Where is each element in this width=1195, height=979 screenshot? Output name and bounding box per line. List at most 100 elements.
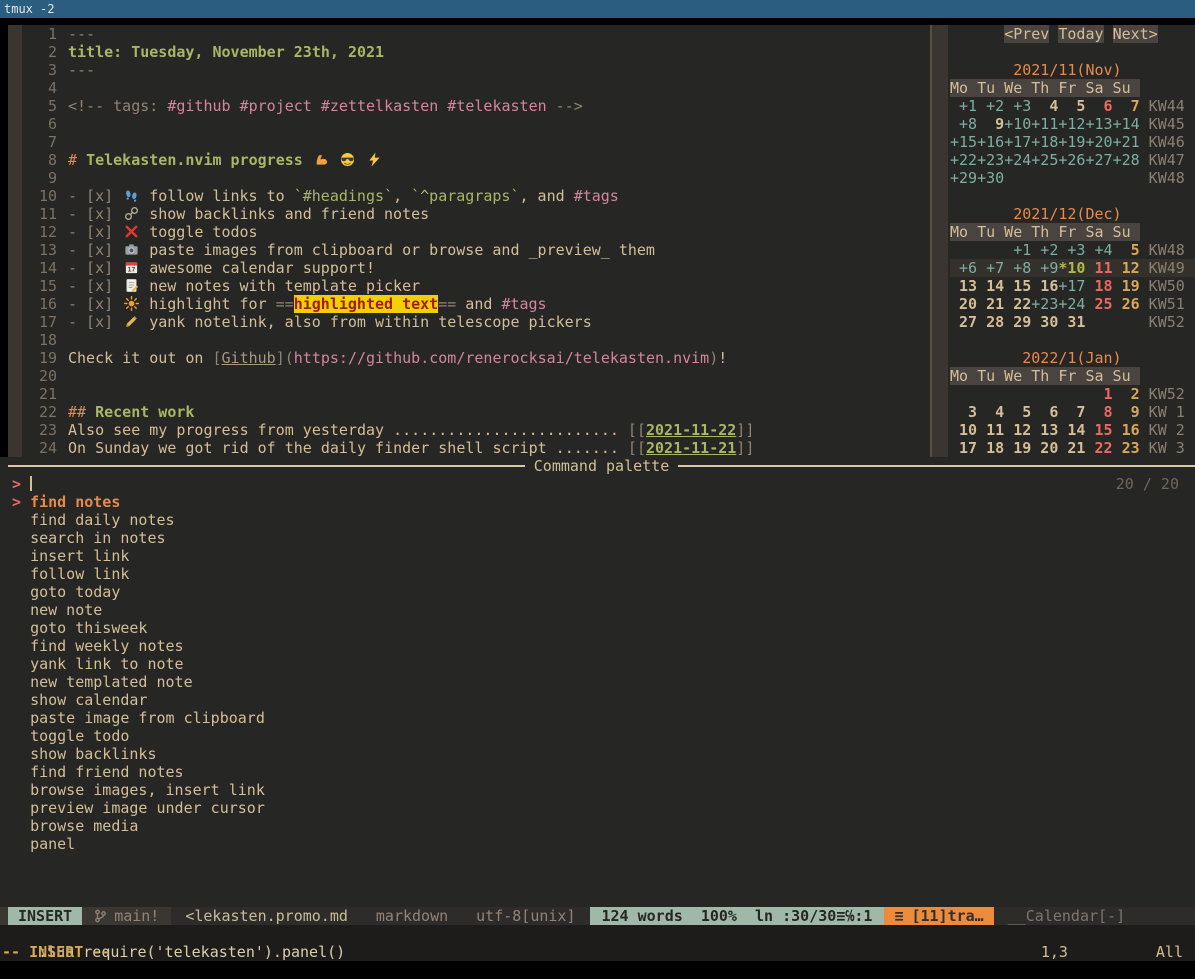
calendar-day[interactable]: 9 (1113, 403, 1140, 421)
palette-item[interactable]: panel (0, 835, 1195, 853)
calendar-day[interactable]: +12 (1058, 115, 1085, 133)
editor-line[interactable]: 14- [x] 17 awesome calendar support! (22, 259, 930, 277)
calendar-day[interactable]: 18 (1085, 277, 1112, 295)
calendar-day[interactable]: +2 (977, 97, 1004, 115)
calendar-day[interactable]: +11 (1031, 115, 1058, 133)
calendar-day[interactable]: 2 (1113, 385, 1140, 403)
editor-line[interactable]: 5<!-- tags: #github #project #zettelkast… (22, 97, 930, 115)
calendar-day[interactable]: +22 (950, 151, 977, 169)
editor-line[interactable]: 17- [x] yank notelink, also from within … (22, 313, 930, 331)
editor-pane[interactable]: 1---2title: Tuesday, November 23th, 2021… (8, 25, 930, 457)
calendar-day[interactable]: 11 (1085, 259, 1112, 277)
calendar-day[interactable]: 31 (1058, 313, 1085, 331)
editor-line[interactable]: 22## Recent work (22, 403, 930, 421)
calendar-day[interactable]: 26 (1113, 295, 1140, 313)
calendar-day[interactable]: +15 (950, 133, 977, 151)
editor-line[interactable]: 11- [x] show backlinks and friend notes (22, 205, 930, 223)
calendar-day[interactable]: 16 (1113, 421, 1140, 439)
calendar-day[interactable]: +3 (1004, 97, 1031, 115)
calendar-day[interactable]: +24 (1058, 295, 1085, 313)
palette-item[interactable]: toggle todo (0, 727, 1195, 745)
editor-line[interactable]: 7 (22, 133, 930, 151)
calendar-day[interactable]: +27 (1085, 151, 1112, 169)
palette-item[interactable]: paste image from clipboard (0, 709, 1195, 727)
calendar-day[interactable]: 19 (1004, 439, 1031, 457)
calendar-day[interactable]: 5 (1058, 97, 1085, 115)
calendar-day[interactable]: 21 (1058, 439, 1085, 457)
calendar-day[interactable]: 20 (1031, 439, 1058, 457)
calendar-day[interactable]: 14 (1058, 421, 1085, 439)
palette-item[interactable]: show calendar (0, 691, 1195, 709)
palette-item[interactable]: insert link (0, 547, 1195, 565)
calendar-day[interactable]: +8 (1004, 259, 1031, 277)
editor-line[interactable]: 2title: Tuesday, November 23th, 2021 (22, 43, 930, 61)
calendar-day[interactable]: +10 (1004, 115, 1031, 133)
palette-item-selected[interactable]: > find notes (0, 493, 1195, 511)
editor-line[interactable]: 4 (22, 79, 930, 97)
calendar-day[interactable]: 22 (1004, 295, 1031, 313)
calendar-day[interactable]: +1 (950, 97, 977, 115)
calendar-day[interactable]: +23 (977, 151, 1004, 169)
editor-line[interactable]: 3--- (22, 61, 930, 79)
calendar-day[interactable]: 13 (950, 277, 977, 295)
calendar-day[interactable]: +1 (1004, 241, 1031, 259)
palette-item[interactable]: preview image under cursor (0, 799, 1195, 817)
calendar-day[interactable]: +20 (1085, 133, 1112, 151)
palette-item[interactable]: goto today (0, 583, 1195, 601)
palette-item[interactable]: browse media (0, 817, 1195, 835)
editor-line[interactable]: 19Check it out on [Github](https://githu… (22, 349, 930, 367)
calendar-day[interactable]: 12 (1113, 259, 1140, 277)
palette-prompt[interactable]: > 20 / 20 (0, 475, 1195, 493)
palette-item[interactable]: search in notes (0, 529, 1195, 547)
calendar-day[interactable]: +26 (1058, 151, 1085, 169)
editor-line[interactable]: 8# Telekasten.nvim progress (22, 151, 930, 169)
calendar-nav-next-button[interactable]: Next> (1113, 25, 1158, 43)
calendar-day[interactable]: +7 (977, 259, 1004, 277)
calendar-day[interactable]: 19 (1113, 277, 1140, 295)
tab-segment[interactable]: ≡ [11]tra… (884, 907, 993, 925)
calendar-day[interactable]: +9 (1031, 259, 1058, 277)
palette-item[interactable]: browse images, insert link (0, 781, 1195, 799)
calendar-day[interactable]: 22 (1085, 439, 1112, 457)
calendar-day[interactable]: 15 (1085, 421, 1112, 439)
calendar-day[interactable]: 28 (977, 313, 1004, 331)
calendar-day[interactable]: +24 (1004, 151, 1031, 169)
palette-item[interactable]: find friend notes (0, 763, 1195, 781)
calendar-day[interactable]: 7 (1058, 403, 1085, 421)
palette-item[interactable]: find weekly notes (0, 637, 1195, 655)
calendar-day[interactable]: 21 (977, 295, 1004, 313)
editor-line[interactable]: 13- [x] paste images from clipboard or b… (22, 241, 930, 259)
palette-item[interactable]: new note (0, 601, 1195, 619)
editor-line[interactable]: 1--- (22, 25, 930, 43)
calendar-day[interactable]: +17 (1058, 277, 1085, 295)
calendar-day[interactable]: 4 (977, 403, 1004, 421)
calendar-nav-prev-button[interactable]: <Prev (1004, 25, 1049, 43)
calendar-day[interactable]: 9 (977, 115, 1004, 133)
calendar-day[interactable]: 20 (950, 295, 977, 313)
palette-item[interactable]: follow link (0, 565, 1195, 583)
editor-line[interactable]: 18 (22, 331, 930, 349)
palette-item[interactable]: find daily notes (0, 511, 1195, 529)
calendar-day[interactable]: 10 (950, 421, 977, 439)
calendar-day[interactable]: +3 (1058, 241, 1085, 259)
calendar-day[interactable]: 23 (1113, 439, 1140, 457)
palette-item[interactable]: yank link to note (0, 655, 1195, 673)
calendar-day[interactable]: 17 (950, 439, 977, 457)
calendar-day[interactable]: +4 (1085, 241, 1112, 259)
calendar-day[interactable]: 30 (1031, 313, 1058, 331)
calendar-day[interactable]: 27 (950, 313, 977, 331)
calendar-day[interactable]: 15 (1004, 277, 1031, 295)
calendar-nav-today-button[interactable]: Today (1058, 25, 1103, 43)
palette-item[interactable]: new templated note (0, 673, 1195, 691)
editor-line[interactable]: 12- [x] toggle todos (22, 223, 930, 241)
calendar-day[interactable]: 18 (977, 439, 1004, 457)
editor-line[interactable]: 23Also see my progress from yesterday ..… (22, 421, 930, 439)
calendar-day[interactable]: 13 (1031, 421, 1058, 439)
editor-line[interactable]: 9 (22, 169, 930, 187)
palette-item[interactable]: goto thisweek (0, 619, 1195, 637)
calendar-day[interactable]: 6 (1085, 97, 1112, 115)
palette-item[interactable]: show backlinks (0, 745, 1195, 763)
editor-line[interactable]: 24On Sunday we got rid of the daily find… (22, 439, 930, 457)
calendar-day[interactable]: 29 (1004, 313, 1031, 331)
calendar-day[interactable]: +2 (1031, 241, 1058, 259)
